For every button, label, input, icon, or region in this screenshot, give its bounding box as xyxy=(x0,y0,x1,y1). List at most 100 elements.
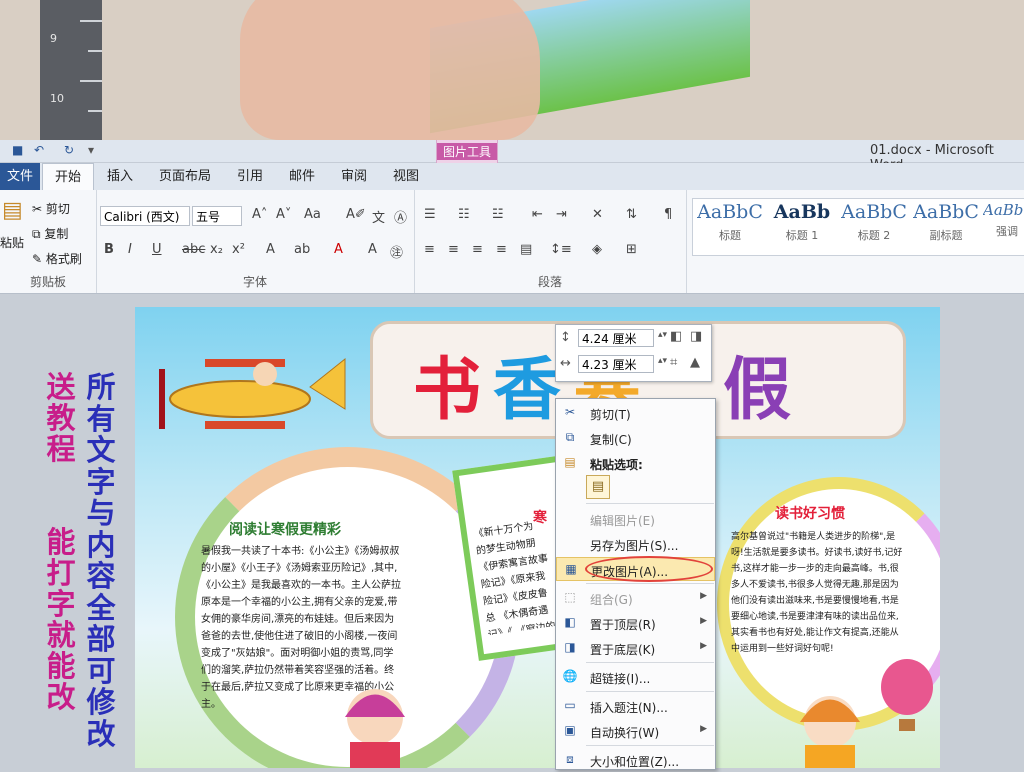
paste-icon[interactable]: ▤ xyxy=(2,198,23,223)
style-sample: AaBbC xyxy=(841,201,907,223)
numbering-icon[interactable]: ☷ xyxy=(458,207,470,222)
style-subtitle[interactable]: AaBbC 副标题 xyxy=(911,201,981,253)
tab-insert[interactable]: 插入 xyxy=(98,163,142,190)
style-heading-2[interactable]: AaBbC 标题 2 xyxy=(839,201,909,253)
photo-background: 9 10 xyxy=(0,0,1024,140)
tab-mailings[interactable]: 邮件 xyxy=(280,163,324,190)
superscript-icon[interactable]: x² xyxy=(232,242,245,257)
menu-item-insert-caption[interactable]: ▭ 插入题注(N)... xyxy=(556,694,715,718)
menu-item-paste-options: ▤ 粘贴选项: xyxy=(556,451,715,475)
style-sample: AaBbC xyxy=(913,201,979,223)
strikethrough-icon[interactable]: abc xyxy=(182,242,205,257)
bullets-icon[interactable]: ☰ xyxy=(424,207,436,222)
customize-icon[interactable]: ▾ xyxy=(88,143,102,157)
increase-indent-icon[interactable]: ⇥ xyxy=(556,207,567,222)
redo-icon[interactable]: ↻ xyxy=(64,143,78,157)
ruler-image: 9 10 xyxy=(40,0,102,140)
tab-view[interactable]: 视图 xyxy=(384,163,428,190)
subscript-icon[interactable]: x₂ xyxy=(210,242,223,257)
menu-item-copy[interactable]: ⧉ 复制(C) xyxy=(556,426,715,450)
shape-height-input[interactable]: 4.24 厘米 xyxy=(578,329,654,347)
menu-item-save-as-picture[interactable]: 另存为图片(S)... xyxy=(556,532,715,556)
tab-file[interactable]: 文件 xyxy=(0,163,40,190)
ruler-number: 10 xyxy=(50,92,64,105)
borders-icon[interactable]: ⊞ xyxy=(626,242,637,257)
wrap-text-icon[interactable]: ▲ xyxy=(690,355,700,370)
title-char: 假 xyxy=(723,351,792,430)
underline-icon[interactable]: U xyxy=(152,242,162,257)
menu-item-send-to-back[interactable]: ◨ 置于底层(K) ▶ xyxy=(556,636,715,660)
text-effects-icon[interactable]: A xyxy=(266,242,275,257)
tab-page-layout[interactable]: 页面布局 xyxy=(150,163,220,190)
change-case-icon[interactable]: Aa xyxy=(304,207,321,222)
width-icon: ↔ xyxy=(560,356,571,371)
italic-icon[interactable]: I xyxy=(128,242,132,257)
menu-label: 复制(C) xyxy=(590,433,632,447)
left-card-title: 阅读让寒假更精彩 xyxy=(229,522,341,538)
show-marks-icon[interactable]: ¶ xyxy=(664,207,672,222)
shrink-font-icon[interactable]: A˅ xyxy=(276,207,291,222)
highlight-icon[interactable]: ab xyxy=(294,242,310,257)
tab-references[interactable]: 引用 xyxy=(228,163,272,190)
multilevel-icon[interactable]: ☳ xyxy=(492,207,504,222)
menu-label: 粘贴选项: xyxy=(590,458,643,472)
align-left-icon[interactable]: ≡ xyxy=(424,242,435,257)
context-menu: ✂ 剪切(T) ⧉ 复制(C) ▤ 粘贴选项: ▤ 编辑图片(E) 另存为图片(S).… xyxy=(555,398,716,770)
menu-item-bring-to-front[interactable]: ◧ 置于顶层(R) ▶ xyxy=(556,611,715,635)
brush-icon: ✎ xyxy=(32,252,46,266)
enclose-char-icon[interactable]: ㊟ xyxy=(390,242,403,261)
font-size-combo[interactable]: 五号 xyxy=(192,206,242,226)
phonetic-icon[interactable]: 文 xyxy=(372,207,385,226)
send-backward-icon[interactable]: ◨ xyxy=(690,329,702,344)
sort-icon[interactable]: ⇅ xyxy=(626,207,637,222)
spinner-icon[interactable]: ▴▾ xyxy=(658,356,667,366)
cut-button[interactable]: ✂ 剪切 xyxy=(32,200,70,217)
menu-item-hyperlink[interactable]: 🌐 超链接(I)... xyxy=(556,665,715,689)
menu-label: 剪切(T) xyxy=(590,408,631,422)
tab-review[interactable]: 审阅 xyxy=(332,163,376,190)
align-center-icon[interactable]: ≡ xyxy=(448,242,459,257)
menu-item-wrap-text[interactable]: ▣ 自动换行(W) ▶ xyxy=(556,719,715,743)
style-sample: AaBbC xyxy=(697,201,763,223)
char-border-icon[interactable]: Ⓐ xyxy=(394,207,407,226)
style-heading-1[interactable]: AaBb 标题 1 xyxy=(767,201,837,253)
font-color-icon[interactable]: A xyxy=(334,242,343,257)
align-right-icon[interactable]: ≡ xyxy=(472,242,483,257)
menu-item-cut[interactable]: ✂ 剪切(T) xyxy=(556,401,715,425)
bold-icon[interactable]: B xyxy=(104,242,114,257)
quick-access-toolbar: ■ ↶ ↻ ▾ 01.docx - Microsoft Word xyxy=(0,140,1024,173)
style-name: 标题 xyxy=(719,229,741,242)
bring-forward-icon[interactable]: ◧ xyxy=(670,329,682,344)
style-emphasis[interactable]: AaBbC 强调 xyxy=(983,201,1024,253)
decrease-indent-icon[interactable]: ⇤ xyxy=(532,207,543,222)
girl-illustration xyxy=(800,696,860,768)
format-painter-button[interactable]: ✎ 格式刷 xyxy=(32,250,82,267)
grow-font-icon[interactable]: A˄ xyxy=(252,207,267,222)
height-icon: ↕ xyxy=(560,330,571,345)
paste-keep-picture-icon[interactable]: ▤ xyxy=(586,475,610,499)
style-name: 强调 xyxy=(996,225,1018,238)
paragraph-group: ☰ ☷ ☳ ⇤ ⇥ ✕ ⇅ ¶ ≡ ≡ ≡ ≡ ▤ ↕≡ ◈ ⊞ 段落 xyxy=(414,190,687,293)
justify-icon[interactable]: ≡ xyxy=(496,242,507,257)
crop-icon[interactable]: ⌗ xyxy=(670,355,677,370)
spinner-icon[interactable]: ▴▾ xyxy=(658,330,667,340)
menu-item-size-position[interactable]: ⧈ 大小和位置(Z)... xyxy=(556,748,715,772)
shape-width-input[interactable]: 4.23 厘米 xyxy=(578,355,654,373)
font-name-combo[interactable]: Calibri (西文) xyxy=(100,206,190,226)
distribute-icon[interactable]: ▤ xyxy=(520,242,532,257)
save-icon[interactable]: ■ xyxy=(12,143,26,157)
copy-button[interactable]: ⧉ 复制 xyxy=(32,225,68,242)
clear-format-icon[interactable]: A✐ xyxy=(346,207,366,222)
undo-icon[interactable]: ↶ xyxy=(34,143,48,157)
chinese-layout-icon[interactable]: ✕ xyxy=(592,207,603,222)
paste-button[interactable]: 粘贴 xyxy=(0,234,24,251)
line-spacing-icon[interactable]: ↕≡ xyxy=(550,242,572,257)
menu-label: 自动换行(W) xyxy=(590,726,660,740)
menu-label: 大小和位置(Z)... xyxy=(590,755,680,769)
char-shading-icon[interactable]: A xyxy=(368,242,377,257)
shading-icon[interactable]: ◈ xyxy=(592,242,602,257)
ribbon: ▤ 粘贴 ✂ 剪切 ⧉ 复制 ✎ 格式刷 剪贴板 Calibri (西文) 五号… xyxy=(0,190,1024,294)
style-title[interactable]: AaBbC 标题 xyxy=(695,201,765,253)
tab-home[interactable]: 开始 xyxy=(42,163,94,191)
font-group: Calibri (西文) 五号 A˄ A˅ Aa A✐ 文 Ⓐ B I U ab… xyxy=(96,190,415,293)
